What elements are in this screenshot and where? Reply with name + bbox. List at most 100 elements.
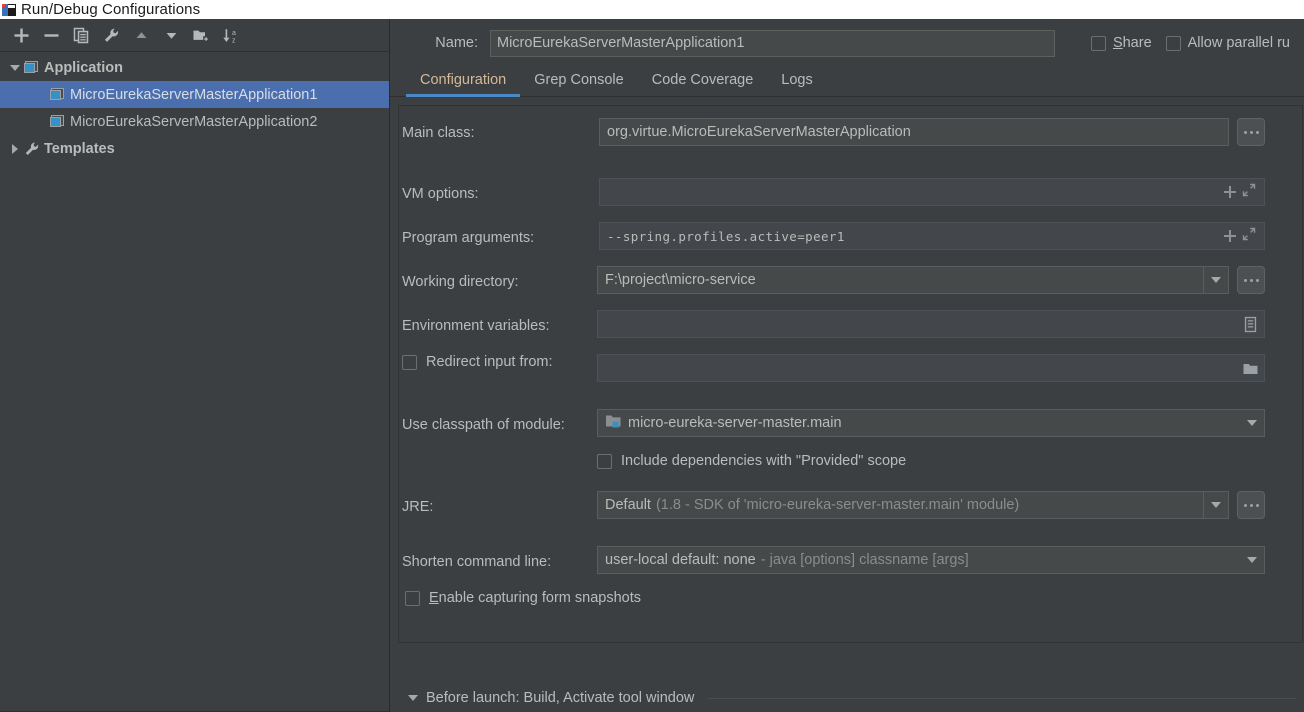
environment-variables-field[interactable] <box>597 310 1265 338</box>
program-arguments-field[interactable]: --spring.profiles.active=peer1 <box>599 222 1265 250</box>
sort-configurations-button[interactable]: a z <box>216 22 246 48</box>
shorten-command-line-label: Shorten command line: <box>402 554 552 570</box>
configuration-form: Main class: org.virtue.MicroEurekaServer… <box>390 97 1304 712</box>
tree-node-config-1[interactable]: MicroEurekaServerMasterApplication1 <box>0 81 389 108</box>
add-macro-icon[interactable] <box>1224 230 1236 242</box>
tab-configuration[interactable]: Configuration <box>406 72 521 97</box>
move-down-button[interactable] <box>156 22 186 48</box>
jre-value-detail: (1.8 - SDK of 'micro-eureka-server-maste… <box>655 497 1020 513</box>
module-icon <box>605 414 622 433</box>
working-directory-label: Working directory: <box>402 274 519 290</box>
expand-arrow-down-icon[interactable] <box>6 64 24 71</box>
environment-variables-label: Environment variables: <box>402 318 550 334</box>
working-directory-dropdown-icon[interactable] <box>1203 267 1228 293</box>
remove-configuration-button[interactable] <box>36 22 66 48</box>
working-directory-browse-button[interactable] <box>1237 266 1265 294</box>
include-provided-checkbox[interactable] <box>597 453 612 469</box>
allow-parallel-run-label: Allow parallel ru <box>1187 35 1290 51</box>
edit-templates-button[interactable] <box>96 22 126 48</box>
shorten-command-line-dropdown-icon[interactable] <box>1240 547 1264 573</box>
application-icon <box>50 114 66 130</box>
application-icon <box>50 87 66 103</box>
tree-node-label: Application <box>44 59 123 76</box>
main-class-value: org.virtue.MicroEurekaServerMasterApplic… <box>607 124 911 140</box>
configurations-left-pane: a z Application MicroEurekaServerMasterA… <box>0 19 390 712</box>
window-title: Run/Debug Configurations <box>21 1 201 18</box>
include-provided-checkbox-group[interactable]: Include dependencies with "Provided" sco… <box>597 453 906 469</box>
environment-variables-editor-icon[interactable] <box>1237 311 1263 337</box>
move-up-button[interactable] <box>126 22 156 48</box>
share-label-rest: hare <box>1122 35 1152 51</box>
program-arguments-value: --spring.profiles.active=peer1 <box>607 228 845 244</box>
share-checkbox[interactable] <box>1090 35 1106 51</box>
expand-editor-icon[interactable] <box>1242 183 1256 201</box>
before-launch-collapse-icon[interactable] <box>408 695 418 701</box>
enable-snapshots-checkbox[interactable] <box>405 590 420 606</box>
jre-dropdown-icon[interactable] <box>1203 492 1228 518</box>
redirect-input-checkbox[interactable] <box>402 354 417 370</box>
run-debug-configurations-dialog: a z Application MicroEurekaServerMasterA… <box>0 19 1304 712</box>
share-checkbox-group[interactable]: Share <box>1090 35 1152 51</box>
shorten-command-line-value: user-local default: none - java [options… <box>598 552 1240 568</box>
application-icon <box>24 60 40 76</box>
tree-node-label: Templates <box>44 140 115 157</box>
configuration-detail-pane: Name: MicroEurekaServerMasterApplication… <box>390 19 1304 712</box>
share-label: Share <box>1112 35 1152 51</box>
name-input[interactable]: MicroEurekaServerMasterApplication1 <box>490 29 1055 57</box>
redirect-input-field[interactable] <box>597 354 1265 382</box>
tree-node-config-2[interactable]: MicroEurekaServerMasterApplication2 <box>0 108 389 135</box>
working-directory-value: F:\project\micro-service <box>605 272 756 288</box>
jre-value-main: Default <box>605 497 651 513</box>
configurations-tree[interactable]: Application MicroEurekaServerMasterAppli… <box>0 51 389 712</box>
redirect-input-browse-folder-icon[interactable] <box>1237 355 1263 381</box>
copy-configuration-button[interactable] <box>66 22 96 48</box>
wrench-icon <box>24 141 40 157</box>
shorten-command-line-value-detail: - java [options] classname [args] <box>760 552 969 568</box>
create-folder-button[interactable] <box>186 22 216 48</box>
shorten-command-line-field[interactable]: user-local default: none - java [options… <box>597 546 1265 574</box>
allow-parallel-run-checkbox-group[interactable]: Allow parallel ru <box>1165 35 1290 51</box>
vm-options-label: VM options: <box>402 186 479 202</box>
main-class-browse-button[interactable] <box>1237 118 1265 146</box>
redirect-input-checkbox-group[interactable]: Redirect input from: <box>402 354 553 370</box>
classpath-module-field[interactable]: micro-eureka-server-master.main <box>597 409 1265 437</box>
add-configuration-button[interactable] <box>6 22 36 48</box>
tree-node-label: MicroEurekaServerMasterApplication2 <box>70 113 318 130</box>
working-directory-field[interactable]: F:\project\micro-service <box>597 266 1229 294</box>
intellij-idea-icon <box>2 3 16 17</box>
expand-arrow-right-icon[interactable] <box>6 143 24 154</box>
name-input-value: MicroEurekaServerMasterApplication1 <box>497 35 745 51</box>
jre-browse-button[interactable] <box>1237 491 1265 519</box>
classpath-module-label: Use classpath of module: <box>402 417 565 433</box>
enable-snapshots-checkbox-group[interactable]: Enable capturing form snapshots <box>405 590 641 606</box>
svg-text:a: a <box>232 30 236 37</box>
main-class-label: Main class: <box>402 125 475 141</box>
program-arguments-label: Program arguments: <box>402 230 535 246</box>
svg-text:z: z <box>232 37 236 44</box>
tab-grep-console[interactable]: Grep Console <box>520 72 637 96</box>
tab-code-coverage[interactable]: Code Coverage <box>638 72 768 96</box>
vm-options-actions <box>1224 183 1264 201</box>
before-launch-section[interactable]: Before launch: Build, Activate tool wind… <box>398 690 1296 706</box>
configuration-tabs: Configuration Grep Console Code Coverage… <box>390 63 1304 97</box>
enable-snapshots-label: Enable capturing form snapshots <box>429 590 641 606</box>
add-macro-icon[interactable] <box>1224 186 1236 198</box>
expand-editor-icon[interactable] <box>1242 227 1256 245</box>
redirect-input-label: Redirect input from: <box>426 354 553 370</box>
include-provided-label: Include dependencies with "Provided" sco… <box>621 453 907 469</box>
tree-node-label: MicroEurekaServerMasterApplication1 <box>70 86 318 103</box>
configurations-toolbar: a z <box>0 19 389 51</box>
classpath-module-dropdown-icon[interactable] <box>1240 410 1264 436</box>
jre-field[interactable]: Default (1.8 - SDK of 'micro-eureka-serv… <box>597 491 1229 519</box>
tab-logs[interactable]: Logs <box>767 72 826 96</box>
classpath-module-value: micro-eureka-server-master.main <box>628 415 842 431</box>
allow-parallel-run-checkbox[interactable] <box>1165 35 1181 51</box>
before-launch-label: Before launch: Build, Activate tool wind… <box>426 690 695 706</box>
main-class-field[interactable]: org.virtue.MicroEurekaServerMasterApplic… <box>599 118 1229 146</box>
tree-node-templates[interactable]: Templates <box>0 135 389 162</box>
vm-options-field[interactable] <box>599 178 1265 206</box>
jre-label: JRE: <box>402 499 434 515</box>
tree-node-application[interactable]: Application <box>0 54 389 81</box>
shorten-command-line-value-main: user-local default: none <box>605 552 756 568</box>
program-arguments-actions <box>1224 227 1264 245</box>
